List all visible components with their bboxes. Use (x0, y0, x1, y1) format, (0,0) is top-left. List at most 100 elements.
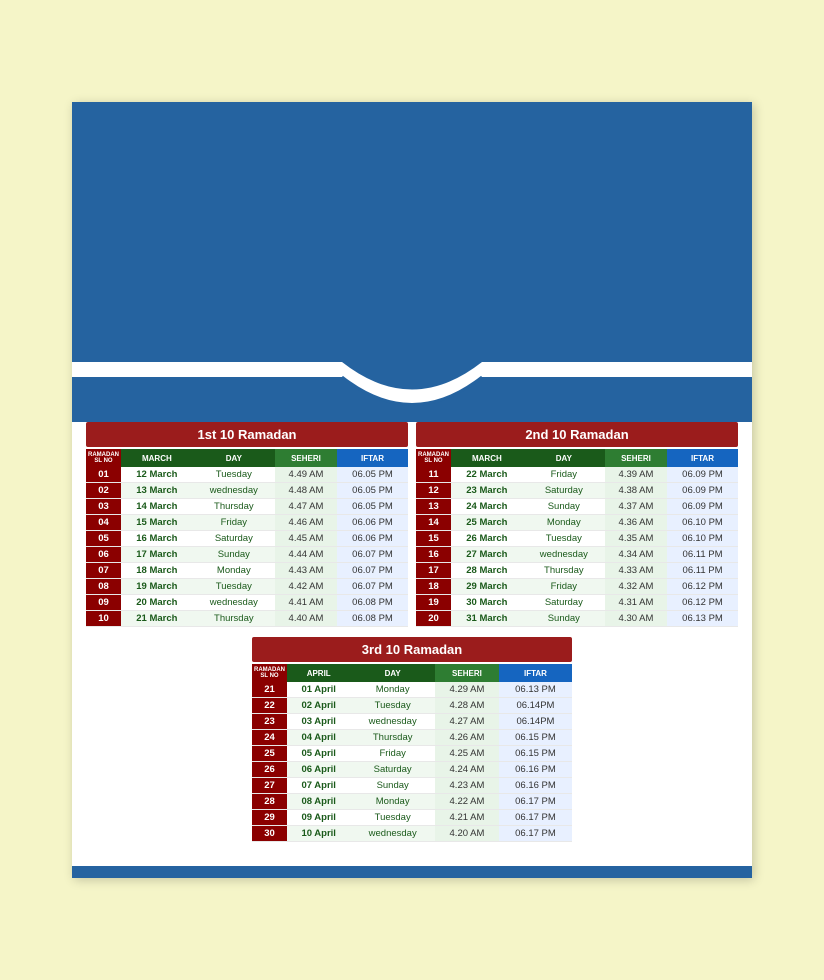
third-ramadan-section: 3rd 10 Ramadan RAMADANSL NO APRIL DAY SE… (252, 637, 572, 842)
cell-date: 14 March (121, 499, 193, 515)
cell-date: 23 March (451, 483, 523, 499)
third-ramadan-table: RAMADANSL NO APRIL DAY SEHERI IFTAR 2101… (252, 664, 572, 842)
cell-iftar: 06.17 PM (499, 810, 572, 826)
cell-seheri: 4.24 AM (435, 762, 499, 778)
cell-day: Sunday (523, 499, 605, 515)
cell-slno: 10 (86, 611, 121, 627)
cell-day: Monday (523, 515, 605, 531)
cell-date: 04 April (287, 730, 350, 746)
cell-slno: 05 (86, 531, 121, 547)
cell-date: 18 March (121, 563, 193, 579)
table-row: 2606 AprilSaturday4.24 AM06.16 PM (252, 762, 572, 778)
table-row: 1425 MarchMonday4.36 AM06.10 PM (416, 515, 738, 531)
third-ramadan-wrapper: 3rd 10 Ramadan RAMADANSL NO APRIL DAY SE… (72, 637, 752, 842)
cell-slno: 16 (416, 547, 451, 563)
cell-day: Monday (193, 563, 275, 579)
cell-iftar: 06.05 PM (337, 483, 408, 499)
cell-seheri: 4.39 AM (605, 467, 667, 483)
cell-iftar: 06.06 PM (337, 531, 408, 547)
cell-iftar: 06.09 PM (667, 467, 738, 483)
cell-date: 26 March (451, 531, 523, 547)
cell-date: 29 March (451, 579, 523, 595)
cell-iftar: 06.07 PM (337, 563, 408, 579)
cell-iftar: 06.17 PM (499, 826, 572, 842)
second-ramadan-table: RAMADANSL NO MARCH DAY SEHERI IFTAR 1122… (416, 449, 738, 627)
cell-seheri: 4.40 AM (275, 611, 337, 627)
cell-day: Monday (350, 682, 435, 698)
cell-date: 09 April (287, 810, 350, 826)
cell-iftar: 06.13 PM (667, 611, 738, 627)
bottom-blue-bar (72, 866, 752, 878)
cell-seheri: 4.29 AM (435, 682, 499, 698)
table-row: 1829 MarchFriday4.32 AM06.12 PM (416, 579, 738, 595)
cell-date: 19 March (121, 579, 193, 595)
cell-seheri: 4.46 AM (275, 515, 337, 531)
cell-date: 25 March (451, 515, 523, 531)
cell-day: Thursday (523, 563, 605, 579)
cell-iftar: 06.07 PM (337, 579, 408, 595)
cell-iftar: 06.05 PM (337, 499, 408, 515)
cell-iftar: 06.08 PM (337, 595, 408, 611)
cell-day: Saturday (193, 531, 275, 547)
cell-slno: 15 (416, 531, 451, 547)
cell-day: Thursday (193, 611, 275, 627)
cell-date: 13 March (121, 483, 193, 499)
table-row: 0112 MarchTuesday4.49 AM06.05 PM (86, 467, 408, 483)
cell-seheri: 4.25 AM (435, 746, 499, 762)
cell-seheri: 4.26 AM (435, 730, 499, 746)
cell-slno: 17 (416, 563, 451, 579)
cell-date: 07 April (287, 778, 350, 794)
cell-iftar: 06.06 PM (337, 515, 408, 531)
cell-slno: 04 (86, 515, 121, 531)
cell-day: Sunday (523, 611, 605, 627)
first-table-body: 0112 MarchTuesday4.49 AM06.05 PM0213 Mar… (86, 467, 408, 627)
cell-seheri: 4.47 AM (275, 499, 337, 515)
cell-iftar: 06.05 PM (337, 467, 408, 483)
cell-date: 27 March (451, 547, 523, 563)
cell-seheri: 4.20 AM (435, 826, 499, 842)
th-slno-3: RAMADANSL NO (252, 664, 287, 682)
cell-date: 30 March (451, 595, 523, 611)
cell-iftar: 06.09 PM (667, 499, 738, 515)
cell-iftar: 06.13 PM (499, 682, 572, 698)
cell-date: 05 April (287, 746, 350, 762)
cell-date: 08 April (287, 794, 350, 810)
cell-seheri: 4.32 AM (605, 579, 667, 595)
cell-slno: 23 (252, 714, 287, 730)
th-day-3: DAY (350, 664, 435, 682)
table-row: 0920 Marchwednesday4.41 AM06.08 PM (86, 595, 408, 611)
cell-day: wednesday (193, 595, 275, 611)
cell-slno: 28 (252, 794, 287, 810)
cell-iftar: 06.10 PM (667, 515, 738, 531)
second-table-body: 1122 MarchFriday4.39 AM06.09 PM1223 Marc… (416, 467, 738, 627)
cell-slno: 30 (252, 826, 287, 842)
table-row: 1021 MarchThursday4.40 AM06.08 PM (86, 611, 408, 627)
cell-date: 06 April (287, 762, 350, 778)
cell-date: 31 March (451, 611, 523, 627)
cell-iftar: 06.15 PM (499, 730, 572, 746)
cell-slno: 09 (86, 595, 121, 611)
cell-date: 24 March (451, 499, 523, 515)
cell-seheri: 4.42 AM (275, 579, 337, 595)
th-iftar-3: IFTAR (499, 664, 572, 682)
table-row: 2707 AprilSunday4.23 AM06.16 PM (252, 778, 572, 794)
third-table-body: 2101 AprilMonday4.29 AM06.13 PM2202 Apri… (252, 682, 572, 842)
cell-day: wednesday (193, 483, 275, 499)
cell-seheri: 4.48 AM (275, 483, 337, 499)
cell-date: 12 March (121, 467, 193, 483)
cell-date: 17 March (121, 547, 193, 563)
th-seheri-1: SEHERI (275, 449, 337, 467)
cell-slno: 20 (416, 611, 451, 627)
cell-iftar: 06.12 PM (667, 595, 738, 611)
cell-seheri: 4.21 AM (435, 810, 499, 826)
cell-slno: 24 (252, 730, 287, 746)
cell-iftar: 06.09 PM (667, 483, 738, 499)
calendar-top-row: 1st 10 Ramadan RAMADANSL NO MARCH DAY SE… (72, 422, 752, 627)
table-row: 2404 AprilThursday4.26 AM06.15 PM (252, 730, 572, 746)
cell-iftar: 06.12 PM (667, 579, 738, 595)
table-row: 1324 MarchSunday4.37 AM06.09 PM (416, 499, 738, 515)
th-march-1: MARCH (121, 449, 193, 467)
cell-seheri: 4.43 AM (275, 563, 337, 579)
cell-seheri: 4.31 AM (605, 595, 667, 611)
cell-seheri: 4.34 AM (605, 547, 667, 563)
